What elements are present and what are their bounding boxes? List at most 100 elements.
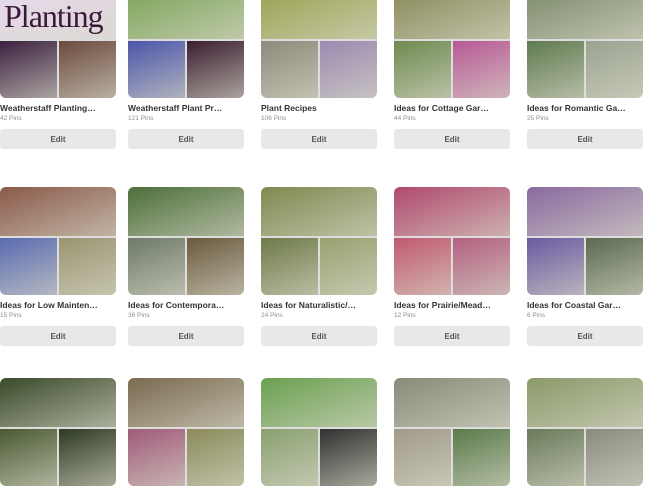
board-cover[interactable] [527, 378, 643, 486]
board-thumbnail-image [586, 41, 643, 98]
edit-board-button[interactable]: Edit [527, 326, 643, 346]
board-thumbnail-image [527, 238, 584, 295]
edit-board-button[interactable]: Edit [261, 129, 377, 149]
board-thumbnail-image [128, 429, 185, 486]
board-thumbnail-image [394, 238, 451, 295]
board-thumbnail-image [453, 429, 510, 486]
board-card[interactable] [527, 378, 643, 486]
board-cover[interactable] [261, 187, 377, 295]
board-pin-count: 12 Pins [394, 312, 416, 319]
edit-board-button[interactable]: Edit [261, 326, 377, 346]
board-thumbnail-image [261, 41, 318, 98]
board-thumbnail-image [261, 0, 377, 39]
board-title[interactable]: Ideas for Naturalistic/… [261, 300, 377, 311]
board-thumbnail-image [586, 429, 643, 486]
board-pin-count: 25 Pins [527, 115, 549, 122]
board-thumbnail-image [394, 41, 451, 98]
board-cover[interactable] [0, 378, 116, 486]
edit-board-button[interactable]: Edit [128, 326, 244, 346]
edit-board-button[interactable]: Edit [394, 129, 510, 149]
board-thumbnail-image [59, 41, 116, 98]
board-pin-count: 121 Pins [128, 115, 154, 122]
board-thumbnail-image [320, 429, 377, 486]
board-title[interactable]: Weatherstaff Planting… [0, 103, 116, 114]
board-cover[interactable]: Planting [0, 0, 116, 98]
board-thumbnail-image [586, 238, 643, 295]
board-title[interactable]: Ideas for Coastal Gar… [527, 300, 643, 311]
board-thumbnail-image [261, 238, 318, 295]
board-thumbnail-image [527, 187, 643, 236]
board-card[interactable]: Ideas for Naturalistic/… 24 Pins Edit [261, 187, 377, 346]
board-cover[interactable] [394, 0, 510, 98]
board-cover[interactable] [527, 187, 643, 295]
board-thumbnail-image [453, 41, 510, 98]
board-pin-count: 24 Pins [261, 312, 283, 319]
board-title[interactable]: Ideas for Low Mainten… [0, 300, 116, 311]
board-card[interactable]: Plant Recipes 106 Pins Edit [261, 0, 377, 149]
board-thumbnail-image [59, 429, 116, 486]
board-cover[interactable] [394, 378, 510, 486]
board-pin-count: 44 Pins [394, 115, 416, 122]
board-title[interactable]: Plant Recipes [261, 103, 377, 114]
board-card[interactable] [128, 378, 244, 486]
board-pin-count: 42 Pins [0, 115, 22, 122]
board-thumbnail-image [128, 0, 244, 39]
board-logo-text: Planting [4, 0, 104, 34]
board-card[interactable] [261, 378, 377, 486]
board-thumbnail-image [394, 378, 510, 427]
board-thumbnail-image [187, 429, 244, 486]
board-thumbnail-image [187, 41, 244, 98]
board-thumbnail-image [0, 41, 57, 98]
edit-board-button[interactable]: Edit [128, 129, 244, 149]
edit-board-button[interactable]: Edit [0, 129, 116, 149]
board-pin-count: 6 Pins [527, 312, 546, 319]
board-thumbnail-image [128, 41, 185, 98]
board-cover[interactable] [394, 187, 510, 295]
board-title[interactable]: Ideas for Contempora… [128, 300, 244, 311]
edit-board-button[interactable]: Edit [527, 129, 643, 149]
board-cover[interactable] [128, 0, 244, 98]
board-title[interactable]: Weatherstaff Plant Pr… [128, 103, 244, 114]
board-thumbnail-image [128, 187, 244, 236]
board-title[interactable]: Ideas for Cottage Gar… [394, 103, 510, 114]
board-cover[interactable] [527, 0, 643, 98]
board-thumbnail-image [0, 429, 57, 486]
board-title[interactable]: Ideas for Romantic Ga… [527, 103, 643, 114]
board-card[interactable]: Planting Weatherstaff Planting… 42 Pins Edi… [0, 0, 116, 149]
board-thumbnail-image [394, 187, 510, 236]
board-thumbnail-image [0, 187, 116, 236]
board-card[interactable]: Weatherstaff Plant Pr… 121 Pins Edit [128, 0, 244, 149]
board-thumbnail-image [320, 41, 377, 98]
board-cover[interactable] [0, 187, 116, 295]
board-pin-count: 106 Pins [261, 115, 287, 122]
board-thumbnail-image [527, 429, 584, 486]
board-card[interactable]: Ideas for Coastal Gar… 6 Pins Edit [527, 187, 643, 346]
board-title[interactable]: Ideas for Prairie/Mead… [394, 300, 510, 311]
board-thumbnail-image [394, 0, 510, 39]
board-card[interactable]: Ideas for Contempora… 36 Pins Edit [128, 187, 244, 346]
board-card[interactable]: Ideas for Cottage Gar… 44 Pins Edit [394, 0, 510, 149]
board-thumbnail-image [261, 378, 377, 427]
edit-board-button[interactable]: Edit [0, 326, 116, 346]
board-thumbnail-image [59, 238, 116, 295]
board-thumbnail-image [187, 238, 244, 295]
board-card[interactable]: Ideas for Prairie/Mead… 12 Pins Edit [394, 187, 510, 346]
board-pin-count: 36 Pins [128, 312, 150, 319]
board-thumbnail-image [261, 429, 318, 486]
board-card[interactable]: Ideas for Low Mainten… 15 Pins Edit [0, 187, 116, 346]
board-cover[interactable] [128, 378, 244, 486]
board-card[interactable]: Ideas for Romantic Ga… 25 Pins Edit [527, 0, 643, 149]
board-thumbnail-image [128, 238, 185, 295]
board-thumbnail-image [261, 187, 377, 236]
board-cover[interactable] [261, 0, 377, 98]
board-thumbnail-image [394, 429, 451, 486]
board-card[interactable] [394, 378, 510, 486]
board-cover[interactable] [128, 187, 244, 295]
board-thumbnail-image [527, 0, 643, 39]
board-cover[interactable] [261, 378, 377, 486]
board-thumbnail-image [320, 238, 377, 295]
board-card[interactable] [0, 378, 116, 486]
board-thumbnail-image [0, 378, 116, 427]
board-thumbnail-image [527, 378, 643, 427]
edit-board-button[interactable]: Edit [394, 326, 510, 346]
